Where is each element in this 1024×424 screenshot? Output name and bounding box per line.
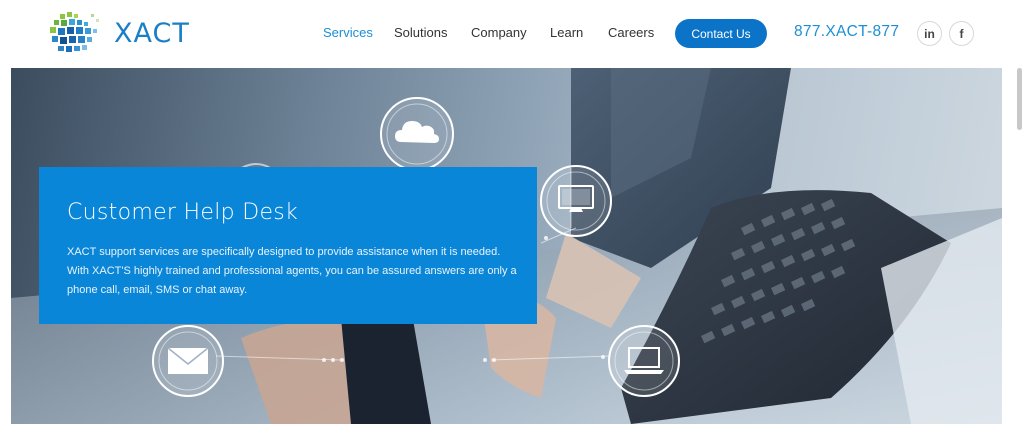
monitor-icon: [540, 165, 612, 237]
site-header: XACT Services Solutions Company Learn Ca…: [0, 0, 1024, 68]
hero-description: XACT support services are specifically d…: [67, 246, 517, 296]
logo-globe-icon: [50, 12, 99, 52]
nav-item-company[interactable]: Company: [471, 25, 527, 40]
nav-item-learn[interactable]: Learn: [550, 25, 583, 40]
cloud-icon: [380, 97, 454, 171]
facebook-icon[interactable]: f: [949, 21, 974, 46]
brand-name: XACT: [114, 17, 190, 49]
phone-link[interactable]: 877.XACT-877: [794, 23, 899, 41]
hero-title: Customer Help Desk: [67, 200, 299, 225]
nav-item-solutions[interactable]: Solutions: [394, 25, 447, 40]
logo[interactable]: XACT: [44, 10, 190, 56]
nav-item-careers[interactable]: Careers: [608, 25, 654, 40]
page-scrollbar[interactable]: [1017, 68, 1022, 130]
contact-us-button[interactable]: Contact Us: [675, 19, 767, 48]
hero-info-card: Customer Help Desk XACT support services…: [39, 167, 537, 324]
hero-banner: Customer Help Desk XACT support services…: [11, 68, 1002, 424]
laptop-icon: [608, 325, 680, 397]
nav-item-services[interactable]: Services: [323, 25, 373, 40]
linkedin-icon[interactable]: in: [917, 21, 942, 46]
mail-icon: [152, 325, 224, 397]
